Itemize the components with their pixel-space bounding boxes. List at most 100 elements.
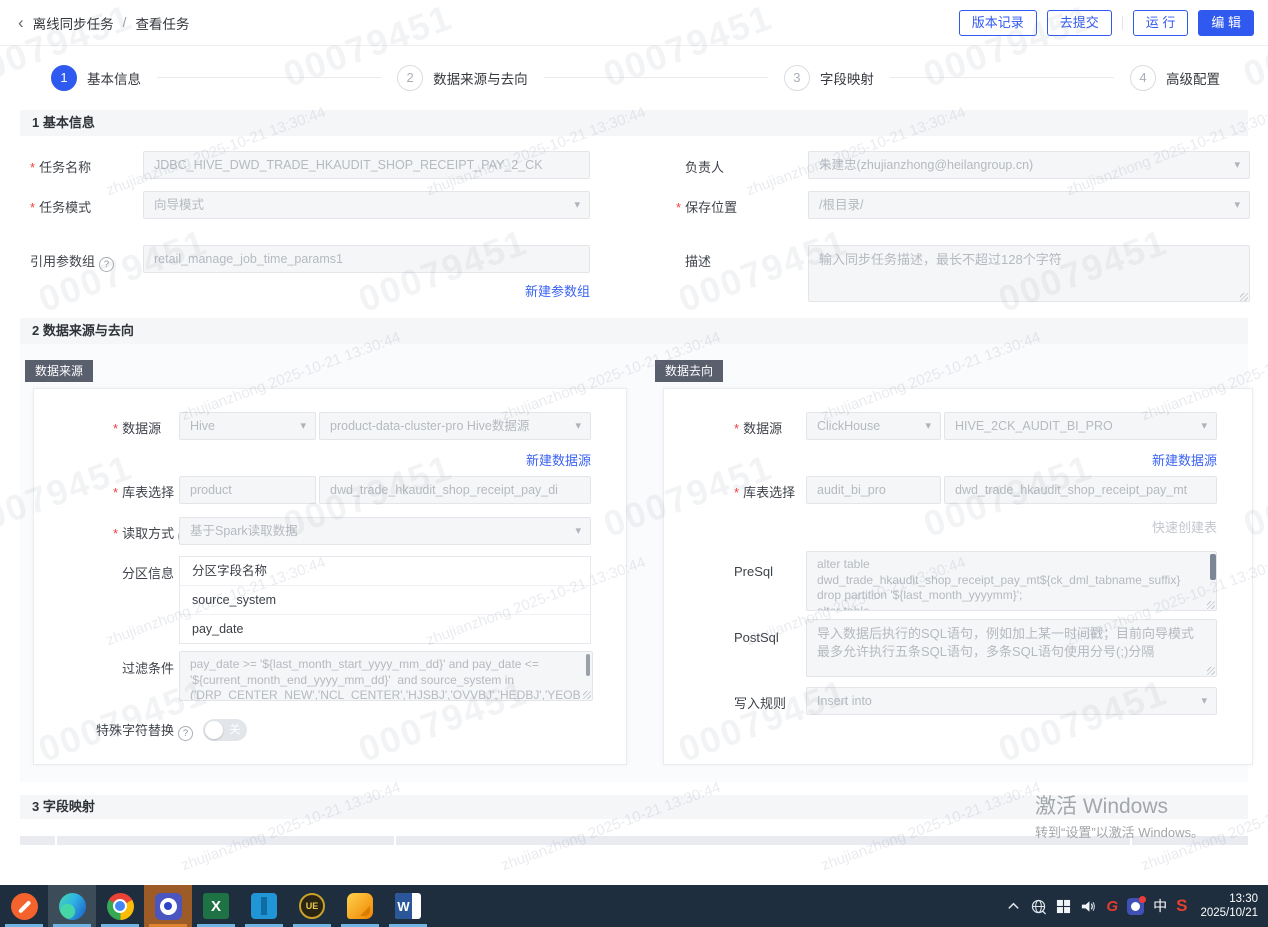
presql-textarea[interactable]: alter table dwd_trade_hkaudit_shop_recei… (806, 551, 1217, 611)
activate-windows-subtitle: 转到“设置”以激活 Windows。 (1035, 822, 1204, 841)
presql-label: PreSql (734, 564, 773, 579)
taskbar-app-chrome[interactable] (96, 885, 144, 927)
run-button[interactable]: 运 行 (1133, 10, 1189, 36)
save-path-select[interactable]: /根目录/ (808, 191, 1250, 219)
word-icon: W (395, 893, 421, 919)
activate-windows-title: 激活 Windows (1035, 790, 1168, 820)
task-mode-select[interactable]: 向导模式 (143, 191, 590, 219)
question-icon[interactable]: ? (178, 726, 193, 741)
step-connector (157, 77, 381, 78)
action-divider (1122, 16, 1123, 30)
question-icon[interactable]: ? (99, 257, 114, 272)
param-group-input[interactable] (143, 245, 590, 273)
step-source-target[interactable]: 2 数据来源与去向 (397, 65, 528, 91)
whale-app-tray-icon[interactable] (1127, 898, 1144, 915)
source-new-datasource-row: 新建数据源 (179, 450, 591, 469)
target-table-input[interactable] (944, 476, 1217, 504)
partition-table: 分区字段名称 source_system pay_date (179, 556, 591, 644)
source-panel-tag: 数据来源 (25, 360, 93, 382)
blue-f-app-icon (251, 893, 277, 919)
scrollbar-thumb[interactable] (1210, 554, 1216, 580)
system-tray: G 中 S 13:30 2025/10/21 (1006, 885, 1264, 927)
clock-date: 2025/10/21 (1200, 906, 1258, 920)
watermark-user-text: zhujianzhong 2025-10-21 13:30:44 (179, 779, 403, 874)
new-param-group-link[interactable]: 新建参数组 (525, 284, 590, 299)
partition-row[interactable]: source_system (180, 586, 590, 615)
step-connector (544, 77, 768, 78)
breadcrumb-view-task: 查看任务 (135, 13, 189, 33)
taskbar-app-word[interactable]: W (384, 885, 432, 927)
description-textarea[interactable] (808, 245, 1250, 302)
network-globe-icon[interactable] (1030, 898, 1047, 915)
ime-indicator[interactable]: 中 (1153, 896, 1167, 916)
owner-select[interactable]: 朱建忠(zhujianzhong@heilangroup.cn) (808, 151, 1250, 179)
pen-app-icon (11, 893, 38, 920)
description-label: 描述 (676, 251, 711, 270)
target-name-select[interactable]: HIVE_2CK_AUDIT_BI_PRO (944, 412, 1217, 440)
task-name-input[interactable] (143, 151, 590, 179)
volume-icon[interactable] (1080, 898, 1097, 915)
step-4-label: 高级配置 (1166, 68, 1220, 88)
taskbar-app-fox[interactable] (336, 885, 384, 927)
special-char-toggle[interactable]: 关 (203, 719, 247, 741)
scrollbar-thumb[interactable] (586, 654, 590, 676)
version-history-button[interactable]: 版本记录 (959, 10, 1037, 36)
special-char-label: 特殊字符替换? (96, 720, 193, 741)
g-utility-tray-icon[interactable]: G (1106, 898, 1118, 915)
fox-app-icon (347, 893, 373, 919)
step-advanced-config[interactable]: 4 高级配置 (1130, 65, 1220, 91)
target-db-input[interactable] (806, 476, 941, 504)
new-datasource-link[interactable]: 新建数据源 (1152, 453, 1217, 468)
taskbar-app-pen[interactable] (0, 885, 48, 927)
step-indicator: 1 基本信息 2 数据来源与去向 3 字段映射 4 高级配置 (0, 45, 1268, 110)
taskbar-app-ultraedit[interactable]: UE (288, 885, 336, 927)
partition-label: 分区信息 (113, 563, 174, 582)
quick-create-table-link[interactable]: 快速创建表 (1152, 520, 1217, 535)
sogou-tray-icon[interactable]: S (1176, 896, 1187, 916)
step-3-circle: 3 (784, 65, 810, 91)
new-param-group-row: 新建参数组 (143, 281, 590, 300)
write-rule-label: 写入规则 (734, 693, 786, 712)
filter-textarea[interactable]: pay_date >= '${last_month_start_yyyy_mm_… (179, 651, 593, 701)
section-basic-info-header: 1 基本信息 (20, 110, 1248, 136)
breadcrumb-offline-tasks[interactable]: 离线同步任务 (33, 13, 114, 33)
quick-create-table-row: 快速创建表 (806, 517, 1217, 536)
target-panel: *数据源 ClickHouse HIVE_2CK_AUDIT_BI_PRO 新建… (663, 388, 1253, 765)
write-rule-select[interactable]: Insert into (806, 687, 1217, 715)
edit-button[interactable]: 编 辑 (1198, 10, 1254, 36)
top-bar: ‹ 离线同步任务 / 查看任务 版本记录 去提交 运 行 编 辑 (0, 0, 1268, 46)
taskbar-clock[interactable]: 13:30 2025/10/21 (1196, 892, 1264, 920)
tray-expand-chevron-icon[interactable] (1006, 899, 1021, 914)
target-type-select[interactable]: ClickHouse (806, 412, 941, 440)
source-panel: *数据源 Hive product-data-cluster-pro Hive数… (33, 388, 627, 765)
go-submit-button[interactable]: 去提交 (1047, 10, 1112, 36)
notification-dot (1139, 896, 1146, 903)
task-mode-label: *任务模式 (30, 197, 91, 216)
postsql-label: PostSql (734, 630, 779, 645)
windows-security-icon[interactable] (1056, 899, 1071, 914)
owner-label: 负责人 (676, 157, 724, 176)
taskbar-app-blue-f[interactable] (240, 885, 288, 927)
read-mode-select[interactable]: 基于Spark读取数据 (179, 517, 591, 545)
target-datasource-label: *数据源 (734, 418, 782, 437)
step-field-mapping[interactable]: 3 字段映射 (784, 65, 874, 91)
step-1-label: 基本信息 (87, 68, 141, 88)
source-db-input[interactable] (179, 476, 316, 504)
whale-app-icon (155, 893, 182, 920)
target-new-datasource-row: 新建数据源 (806, 450, 1217, 469)
filter-label: 过滤条件 (113, 658, 174, 677)
taskbar-app-edge[interactable] (48, 885, 96, 927)
source-name-select[interactable]: product-data-cluster-pro Hive数据源 (319, 412, 591, 440)
toggle-state-label: 关 (229, 719, 241, 741)
taskbar-app-whale[interactable] (144, 885, 192, 927)
back-icon[interactable]: ‹ (18, 14, 24, 31)
source-type-select[interactable]: Hive (179, 412, 316, 440)
source-table-label: *库表选择 (113, 482, 174, 501)
new-datasource-link[interactable]: 新建数据源 (526, 453, 591, 468)
step-basic-info[interactable]: 1 基本信息 (51, 65, 141, 91)
partition-row[interactable]: pay_date (180, 615, 590, 643)
source-table-input[interactable] (319, 476, 591, 504)
postsql-textarea[interactable] (806, 619, 1217, 677)
taskbar-app-excel[interactable]: X (192, 885, 240, 927)
watermark-user-text: zhujianzhong 2025-10-21 13:30:44 (499, 779, 723, 874)
